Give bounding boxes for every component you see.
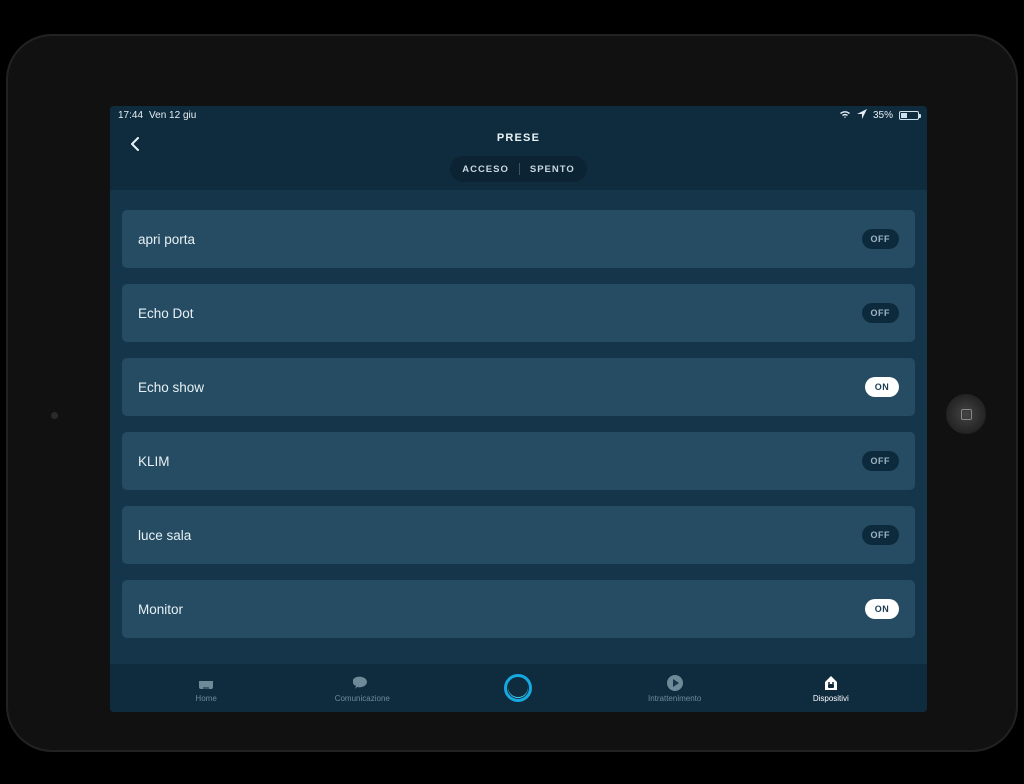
device-toggle[interactable]: OFF — [862, 525, 900, 545]
status-bar: 17:44 Ven 12 giu 35% — [110, 106, 927, 124]
home-icon — [197, 674, 215, 692]
nav-entertainment-label: Intrattenimento — [648, 694, 701, 703]
front-camera-dot — [51, 412, 58, 419]
tablet-frame: 17:44 Ven 12 giu 35% — [6, 34, 1018, 752]
power-toggle-group: ACCESO SPENTO — [450, 156, 587, 182]
device-row[interactable]: luce sala OFF — [122, 506, 915, 564]
wifi-icon — [839, 109, 851, 122]
play-icon — [666, 674, 684, 692]
status-time: 17:44 — [118, 110, 143, 121]
all-off-button[interactable]: SPENTO — [530, 164, 575, 175]
page-title: PRESE — [497, 132, 540, 144]
device-list: apri porta OFF Echo Dot OFF Echo show ON KLIM O… — [110, 190, 927, 664]
status-date: Ven 12 giu — [149, 110, 196, 121]
nav-entertainment[interactable]: Intrattenimento — [630, 674, 720, 703]
app-screen: 17:44 Ven 12 giu 35% — [110, 106, 927, 712]
app-header: PRESE ACCESO SPENTO — [110, 124, 927, 190]
nav-devices-label: Dispositivi — [813, 694, 849, 703]
device-toggle[interactable]: OFF — [862, 229, 900, 249]
nav-comms[interactable]: Comunicazione — [317, 674, 407, 703]
nav-alexa[interactable] — [473, 679, 563, 697]
device-row[interactable]: KLIM OFF — [122, 432, 915, 490]
bottom-nav: Home Comunicazione Intrattenimento — [110, 664, 927, 712]
battery-icon — [899, 111, 919, 120]
back-button[interactable] — [124, 132, 148, 156]
chevron-left-icon — [129, 137, 143, 151]
device-name: apri porta — [138, 232, 195, 247]
battery-fill — [901, 113, 907, 118]
device-toggle[interactable]: OFF — [862, 451, 900, 471]
device-name: KLIM — [138, 454, 170, 469]
nav-home[interactable]: Home — [161, 674, 251, 703]
nav-home-label: Home — [195, 694, 216, 703]
device-name: luce sala — [138, 528, 191, 543]
device-row[interactable]: Monitor ON — [122, 580, 915, 638]
device-row[interactable]: Echo show ON — [122, 358, 915, 416]
home-button[interactable] — [946, 394, 986, 434]
house-plug-icon — [822, 674, 840, 692]
segment-divider — [519, 163, 520, 175]
status-battery-pct: 35% — [873, 110, 893, 121]
location-icon — [857, 109, 867, 122]
device-toggle[interactable]: OFF — [862, 303, 900, 323]
alexa-icon — [504, 679, 532, 697]
device-toggle[interactable]: ON — [865, 599, 899, 619]
device-name: Echo show — [138, 380, 204, 395]
device-row[interactable]: Echo Dot OFF — [122, 284, 915, 342]
chat-icon — [353, 674, 371, 692]
device-row[interactable]: apri porta OFF — [122, 210, 915, 268]
nav-comms-label: Comunicazione — [335, 694, 390, 703]
all-on-button[interactable]: ACCESO — [462, 164, 509, 175]
nav-devices[interactable]: Dispositivi — [786, 674, 876, 703]
device-name: Echo Dot — [138, 306, 194, 321]
device-toggle[interactable]: ON — [865, 377, 899, 397]
device-name: Monitor — [138, 602, 183, 617]
